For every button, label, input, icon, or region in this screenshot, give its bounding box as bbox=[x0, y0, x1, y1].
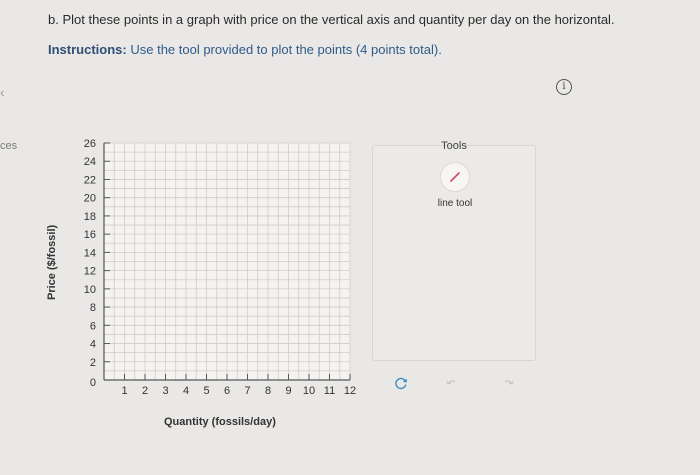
y-tick-label: 6 bbox=[90, 320, 96, 332]
x-tick-label: 4 bbox=[183, 385, 189, 397]
x-tick-label: 12 bbox=[344, 385, 356, 397]
undo-icon[interactable] bbox=[440, 372, 462, 394]
line-tool-button[interactable]: line tool bbox=[395, 156, 515, 216]
reset-icon[interactable] bbox=[390, 372, 412, 394]
y-tick-label: 18 bbox=[84, 211, 96, 223]
y-tick-label: 26 bbox=[84, 138, 96, 150]
y-tick-label: 4 bbox=[90, 339, 96, 351]
y-tick-label: 10 bbox=[84, 284, 96, 296]
grid-lines bbox=[103, 142, 351, 381]
origin-label: 0 bbox=[90, 377, 96, 389]
y-tick-label: 20 bbox=[84, 193, 96, 205]
y-tick-label: 16 bbox=[84, 229, 96, 241]
tools-title: Tools bbox=[441, 140, 467, 152]
x-tick-label: 10 bbox=[303, 385, 315, 397]
x-axis-label: Quantity (fossils/day) bbox=[164, 416, 276, 428]
tools-panel: Tools line tool bbox=[372, 140, 536, 361]
x-tick-label: 3 bbox=[162, 385, 168, 397]
redo-icon[interactable] bbox=[498, 372, 520, 394]
line-tool-icon[interactable] bbox=[440, 162, 470, 192]
line-tool-label: line tool bbox=[437, 198, 473, 209]
y-tick-label: 2 bbox=[90, 357, 96, 369]
bottom-toolbar bbox=[390, 372, 530, 394]
y-tick-label: 24 bbox=[84, 156, 96, 168]
x-tick-label: 5 bbox=[203, 385, 209, 397]
x-tick-label: 8 bbox=[265, 385, 271, 397]
x-tick-label: 6 bbox=[224, 385, 230, 397]
x-tick-label: 9 bbox=[285, 385, 291, 397]
price-quantity-graph[interactable]: 24681012141618202224261 2 3 4 5 6 7 8 9 10 11 120 bbox=[0, 0, 700, 475]
x-tick-label: 11 bbox=[324, 385, 335, 397]
x-tick-label: 2 bbox=[142, 385, 148, 397]
y-axis-label: Price ($/fossil) bbox=[46, 224, 58, 300]
y-tick-label: 8 bbox=[90, 302, 96, 314]
x-tick-label: 7 bbox=[244, 385, 250, 397]
y-tick-label: 22 bbox=[84, 174, 96, 186]
y-tick-label: 14 bbox=[84, 247, 96, 259]
y-tick-label: 12 bbox=[84, 266, 96, 278]
x-tick-label: 1 bbox=[121, 385, 127, 397]
